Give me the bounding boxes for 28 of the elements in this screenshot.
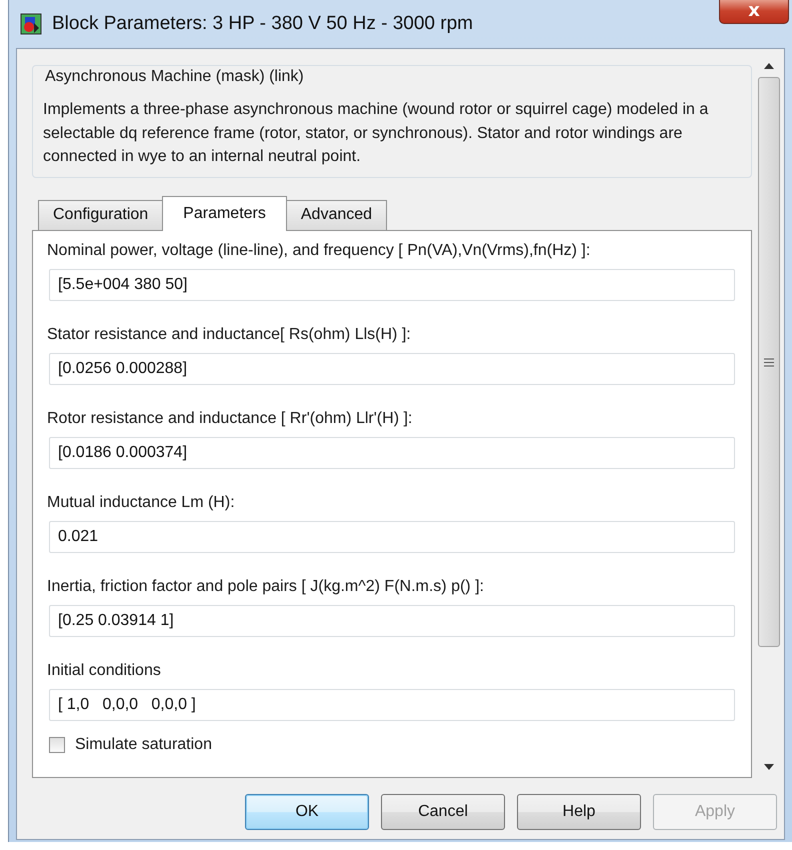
input-field[interactable]: [0.25 0.03914 1] bbox=[49, 604, 735, 636]
input-field[interactable]: [5.5e+004 380 50] bbox=[49, 268, 735, 300]
field-label: Nominal power, voltage (line-line), and frequency [ Pn(VA),Vn(Vrms),fn(Hz) ]: bbox=[47, 240, 592, 260]
field-label: Inertia, friction factor and pole pairs [ J(kg.m^2) F(N.m.s) p() ]: bbox=[47, 576, 485, 596]
field-label: Mutual inductance Lm (H): bbox=[47, 492, 236, 512]
input-field[interactable]: [0.0256 0.000288] bbox=[49, 352, 735, 384]
checkbox[interactable] bbox=[49, 736, 65, 752]
window-title: Block Parameters: 3 HP - 380 V 50 Hz - 3000 rpm bbox=[52, 13, 474, 35]
field-label: Stator resistance and inductance[ Rs(ohm) Lls(H) ]: bbox=[47, 324, 412, 344]
dialog-button[interactable]: OK bbox=[245, 794, 369, 830]
field-label: Rotor resistance and inductance [ Rr'(ohm) Llr'(H) ]: bbox=[47, 408, 414, 428]
scroll-thumb[interactable] bbox=[758, 77, 780, 647]
input-field[interactable]: 0.021 bbox=[49, 520, 735, 552]
input-field[interactable]: [ 1,0 0,0,0 0,0,0 ] bbox=[49, 688, 735, 720]
app-icon bbox=[20, 13, 42, 35]
tab[interactable]: Advanced bbox=[286, 200, 388, 230]
group-title: Asynchronous Machine (mask) (link) bbox=[43, 68, 306, 86]
close-button[interactable]: x bbox=[719, 0, 789, 24]
tab[interactable]: Configuration bbox=[38, 200, 164, 230]
checkbox-label: Simulate saturation bbox=[75, 734, 212, 754]
description-text: Implements a three-phase asynchronous machine (wound rotor or squirrel cage) modeled in a selectable dq reference frame (rotor, stator, or synchronous). Stator and rotor windings are connected in wye to an internal neutral point. bbox=[43, 100, 710, 167]
field-label: Initial conditions bbox=[47, 660, 162, 680]
dialog-button[interactable]: Help bbox=[517, 794, 641, 830]
scroll-up-icon[interactable] bbox=[764, 63, 774, 69]
input-field[interactable]: [0.0186 0.000374] bbox=[49, 436, 735, 468]
scroll-down-icon[interactable] bbox=[764, 764, 774, 770]
tab[interactable]: Parameters bbox=[162, 196, 287, 230]
dialog-button[interactable]: Cancel bbox=[381, 794, 505, 830]
